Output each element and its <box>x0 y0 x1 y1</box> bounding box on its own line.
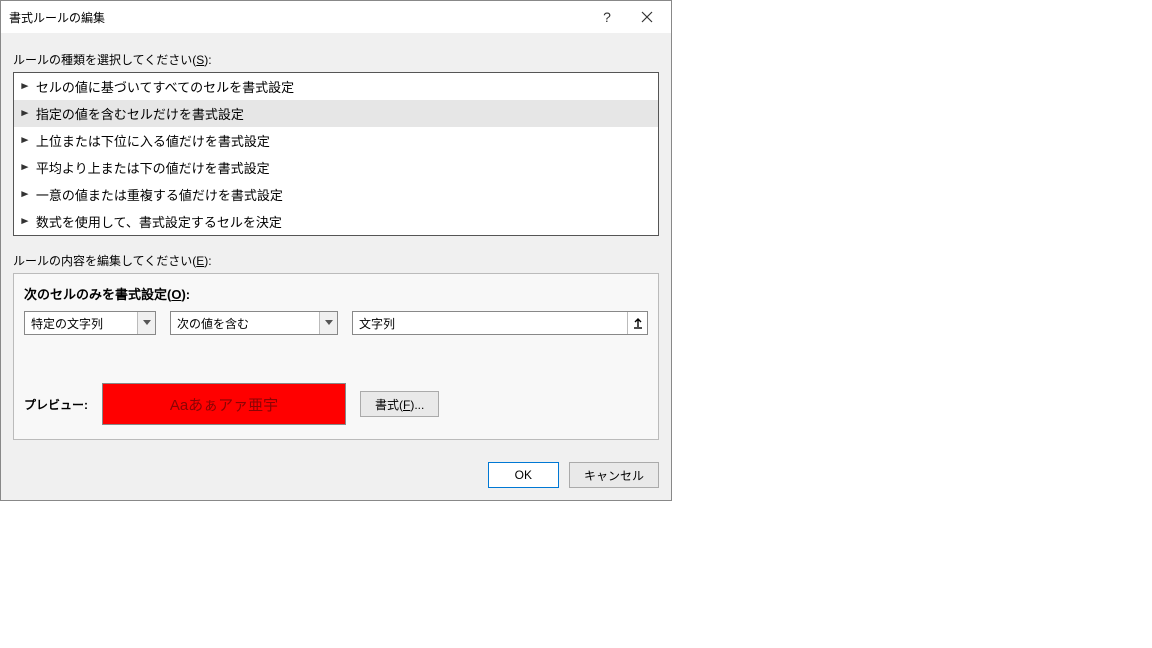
criteria-type-dropdown-btn[interactable] <box>137 312 155 334</box>
rule-type-label: ルールの種類を選択してください(S): <box>13 51 659 68</box>
chevron-down-icon <box>325 320 333 326</box>
preview-label: プレビュー: <box>24 396 88 413</box>
cancel-button[interactable]: キャンセル <box>569 462 659 488</box>
rule-type-item[interactable]: ► セルの値に基づいてすべてのセルを書式設定 <box>14 73 658 100</box>
chevron-down-icon <box>143 320 151 326</box>
rule-type-item[interactable]: ► 指定の値を含むセルだけを書式設定 <box>14 100 658 127</box>
collapse-icon <box>632 317 644 329</box>
rule-type-label-prefix: ルールの種類を選択してください( <box>13 53 196 67</box>
titlebar: 書式ルールの編集 ? <box>1 1 671 33</box>
preview-row: プレビュー: Aaあぁアァ亜宇 書式(F)... <box>24 383 648 425</box>
rule-type-label-suffix: ): <box>204 53 211 67</box>
rule-content-label-suffix: ): <box>204 254 211 268</box>
criteria-value-refedit[interactable] <box>352 311 648 335</box>
rule-type-list: ► セルの値に基づいてすべてのセルを書式設定 ► 指定の値を含むセルだけを書式設定 ► 上… <box>13 72 659 236</box>
help-button[interactable]: ? <box>587 2 627 32</box>
bullet-arrow-icon: ► <box>19 81 31 92</box>
rule-type-item[interactable]: ► 平均より上または下の値だけを書式設定 <box>14 154 658 181</box>
rule-content-box: 次のセルのみを書式設定(O): 特定の文字列 次の値を含む <box>13 273 659 440</box>
dialog-title: 書式ルールの編集 <box>9 9 587 26</box>
criteria-row: 特定の文字列 次の値を含む <box>24 311 648 335</box>
format-only-heading-accel: O <box>171 287 181 302</box>
rule-content-label: ルールの内容を編集してください(E): <box>13 252 659 269</box>
preview-swatch: Aaあぁアァ亜宇 <box>102 383 346 425</box>
criteria-type-value: 特定の文字列 <box>25 315 137 332</box>
rule-type-item[interactable]: ► 上位または下位に入る値だけを書式設定 <box>14 127 658 154</box>
criteria-operator-combo[interactable]: 次の値を含む <box>170 311 338 335</box>
ok-button[interactable]: OK <box>488 462 559 488</box>
preview-sample-text: Aaあぁアァ亜宇 <box>170 394 278 415</box>
rule-type-item-label: 平均より上または下の値だけを書式設定 <box>36 158 270 177</box>
bullet-arrow-icon: ► <box>19 108 31 119</box>
rule-type-item-label: 指定の値を含むセルだけを書式設定 <box>36 104 244 123</box>
dialog-body: ルールの種類を選択してください(S): ► セルの値に基づいてすべてのセルを書式設… <box>1 33 671 452</box>
dialog-edit-formatting-rule: 書式ルールの編集 ? ルールの種類を選択してください(S): ► セルの値に基づい… <box>0 0 672 501</box>
format-button[interactable]: 書式(F)... <box>360 391 439 417</box>
collapse-dialog-button[interactable] <box>627 312 647 334</box>
format-only-heading: 次のセルのみを書式設定(O): <box>24 284 648 303</box>
format-only-heading-suffix: ): <box>181 287 190 302</box>
criteria-operator-value: 次の値を含む <box>171 315 319 332</box>
rule-type-item[interactable]: ► 数式を使用して、書式設定するセルを決定 <box>14 208 658 235</box>
format-btn-prefix: 書式( <box>375 398 403 412</box>
bullet-arrow-icon: ► <box>19 135 31 146</box>
rule-type-item-label: セルの値に基づいてすべてのセルを書式設定 <box>36 77 294 96</box>
format-only-heading-prefix: 次のセルのみを書式設定( <box>24 287 171 302</box>
criteria-operator-dropdown-btn[interactable] <box>319 312 337 334</box>
rule-type-item-label: 一意の値または重複する値だけを書式設定 <box>36 185 283 204</box>
rule-type-item-label: 上位または下位に入る値だけを書式設定 <box>36 131 270 150</box>
dialog-footer: OK キャンセル <box>1 452 671 500</box>
bullet-arrow-icon: ► <box>19 216 31 227</box>
rule-content-label-prefix: ルールの内容を編集してください( <box>13 254 196 268</box>
bullet-arrow-icon: ► <box>19 162 31 173</box>
rule-type-item[interactable]: ► 一意の値または重複する値だけを書式設定 <box>14 181 658 208</box>
criteria-type-combo[interactable]: 特定の文字列 <box>24 311 156 335</box>
close-button[interactable] <box>627 2 667 32</box>
criteria-value-input[interactable] <box>353 313 627 333</box>
format-btn-suffix: )... <box>410 398 424 412</box>
close-icon <box>641 11 653 23</box>
bullet-arrow-icon: ► <box>19 189 31 200</box>
rule-type-item-label: 数式を使用して、書式設定するセルを決定 <box>36 212 282 231</box>
